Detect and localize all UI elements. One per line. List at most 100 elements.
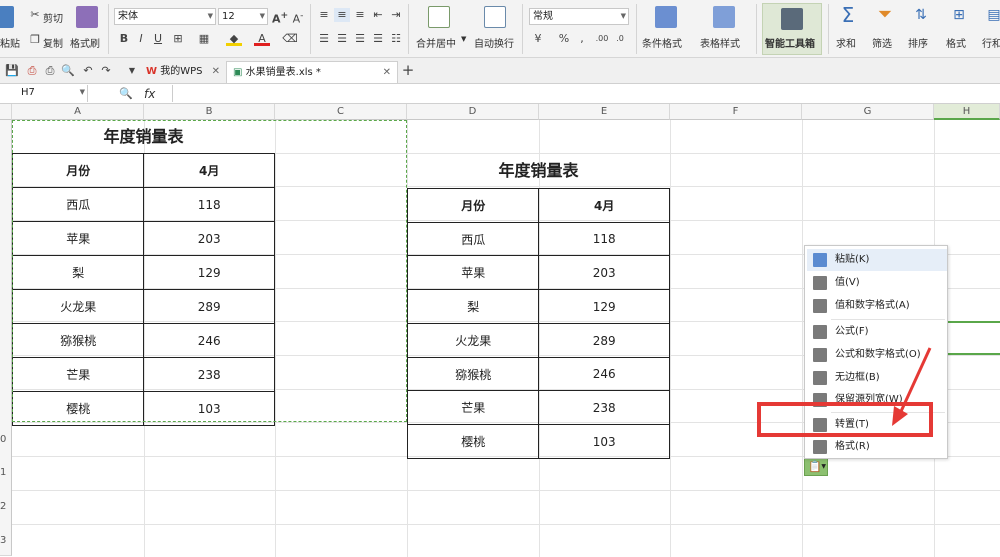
column-header-g[interactable]: G	[802, 104, 934, 120]
fill-pattern-icon[interactable]: ▦	[196, 32, 212, 46]
sum-button[interactable]: 求和	[836, 35, 856, 50]
increase-indent-icon[interactable]: ⇥	[388, 8, 404, 22]
format-grid-icon[interactable]: ⊞	[951, 8, 967, 22]
row-header-number[interactable]: 1	[0, 467, 6, 478]
align-top-icon[interactable]: ≡	[316, 8, 332, 22]
export-pdf-icon[interactable]: ⎙	[24, 64, 40, 78]
table-cell[interactable]: 289	[538, 323, 670, 358]
table-cell[interactable]: 芒果	[406, 390, 540, 425]
table-cell[interactable]: 猕猴桃	[406, 357, 540, 391]
undo-icon[interactable]: ↶	[80, 64, 96, 78]
menu-item-paste[interactable]: 粘贴(K)	[807, 249, 947, 271]
underline-icon[interactable]: U	[150, 32, 166, 46]
border-icon[interactable]: ⊞	[170, 32, 186, 46]
name-box[interactable]: H7 ▼	[0, 85, 88, 102]
new-tab-plus-icon[interactable]: +	[400, 63, 416, 78]
format-painter-icon[interactable]	[76, 6, 98, 28]
table-cell[interactable]: 118	[538, 222, 670, 256]
tab-my-wps[interactable]: W 我的WPS ✕	[140, 61, 226, 83]
thousands-separator-icon[interactable]: ,	[574, 32, 590, 46]
table-cell[interactable]: 梨	[406, 289, 540, 324]
copy-icon[interactable]: ❐	[27, 33, 43, 47]
fill-color-icon[interactable]: ◆	[226, 32, 242, 46]
select-all-corner[interactable]	[0, 104, 12, 120]
align-left-icon[interactable]: ☰	[316, 32, 332, 46]
filter-button[interactable]: 筛选	[872, 35, 892, 50]
currency-icon[interactable]: ¥	[530, 32, 546, 46]
table-cell[interactable]: 103	[538, 424, 670, 459]
redo-icon[interactable]: ↷	[98, 64, 114, 78]
italic-icon[interactable]: I	[133, 32, 149, 46]
paste-button[interactable]: 粘贴	[0, 35, 20, 50]
font-color-icon[interactable]: A	[254, 32, 270, 46]
print-preview-icon[interactable]: 🔍	[60, 64, 76, 78]
column-header-b[interactable]: B	[144, 104, 275, 120]
table-header-cell[interactable]: 月份	[406, 188, 540, 223]
conditional-format-icon[interactable]	[655, 6, 677, 28]
table-cell[interactable]: 樱桃	[406, 424, 540, 459]
table-header-cell[interactable]: 4月	[538, 188, 670, 223]
sort-button[interactable]: 排序	[908, 35, 928, 50]
save-icon[interactable]: 💾	[4, 64, 20, 78]
copy-button[interactable]: 复制	[43, 35, 63, 50]
filter-icon[interactable]: ⏷	[877, 6, 893, 24]
wrap-text-icon[interactable]	[484, 6, 506, 28]
formula-input[interactable]	[172, 85, 1000, 102]
table-cell[interactable]: 苹果	[406, 255, 540, 290]
percent-icon[interactable]: %	[556, 32, 572, 46]
cut-button[interactable]: 剪切	[43, 10, 63, 25]
clear-format-icon[interactable]: ⌫	[282, 32, 298, 46]
menu-item-values[interactable]: 值(V)	[807, 272, 947, 294]
align-center-icon[interactable]: ☰	[334, 32, 350, 46]
align-middle-icon[interactable]: ≡	[334, 8, 350, 22]
format-button[interactable]: 格式	[946, 35, 966, 50]
column-header-c[interactable]: C	[275, 104, 407, 120]
function-button[interactable]: fx	[144, 87, 155, 101]
menu-item-values-number-format[interactable]: 值和数字格式(A)	[807, 295, 947, 317]
table-style-button[interactable]: 表格样式	[700, 35, 740, 50]
decrease-indent-icon[interactable]: ⇤	[370, 8, 386, 22]
table-cell[interactable]: 238	[538, 390, 670, 425]
bold-icon[interactable]: B	[116, 32, 132, 46]
scissors-icon[interactable]: ✂	[27, 8, 43, 22]
row-header-number[interactable]: 0	[0, 434, 6, 445]
zoom-icon[interactable]: 🔍	[118, 87, 134, 101]
quick-access-menu-icon[interactable]: ▼	[124, 64, 140, 78]
tab-fruit-sales[interactable]: ▣ 水果销量表.xls * ✕	[226, 61, 398, 83]
table-cell[interactable]: 246	[538, 357, 670, 391]
align-right-icon[interactable]: ☰	[352, 32, 368, 46]
close-icon[interactable]: ✕	[383, 62, 391, 84]
rowcol-button[interactable]: 行和	[982, 35, 1000, 50]
column-header-a[interactable]: A	[12, 104, 144, 120]
column-header-f[interactable]: F	[670, 104, 802, 120]
column-header-h[interactable]: H	[934, 104, 1000, 120]
sum-icon[interactable]: Σ	[840, 5, 856, 25]
row-header-number[interactable]: 3	[0, 535, 6, 546]
distribute-icon[interactable]: ☷	[388, 32, 404, 46]
print-icon[interactable]: ⎙	[42, 64, 58, 78]
wrap-text-button[interactable]: 自动换行	[474, 35, 514, 50]
font-shrink-icon[interactable]: A-	[290, 9, 306, 26]
increase-decimal-icon[interactable]: .00	[594, 32, 610, 46]
table-cell[interactable]: 西瓜	[406, 222, 540, 256]
column-header-d[interactable]: D	[407, 104, 539, 120]
merge-center-button[interactable]: 合并居中	[416, 35, 456, 50]
number-format-select[interactable]: 常规 ▼	[529, 8, 629, 25]
decrease-decimal-icon[interactable]: .0	[612, 32, 628, 46]
conditional-format-button[interactable]: 条件格式	[642, 35, 682, 50]
column-header-e[interactable]: E	[539, 104, 670, 120]
rowcol-icon[interactable]: ▤	[986, 8, 1000, 22]
font-name-select[interactable]: 宋体 ▼	[114, 8, 216, 25]
paste-icon[interactable]	[0, 6, 14, 28]
paste-options-button[interactable]: 📋 ▼	[804, 458, 828, 476]
table-style-icon[interactable]	[713, 6, 735, 28]
format-painter-button[interactable]: 格式刷	[70, 35, 100, 50]
table-cell[interactable]: 火龙果	[406, 323, 540, 358]
justify-icon[interactable]: ☰	[370, 32, 386, 46]
close-icon[interactable]: ✕	[212, 61, 220, 83]
menu-item-format[interactable]: 格式(R)	[807, 436, 947, 458]
sort-icon[interactable]: ⇅	[913, 8, 929, 22]
merge-center-icon[interactable]	[428, 6, 450, 28]
row-header-number[interactable]: 2	[0, 501, 6, 512]
align-bottom-icon[interactable]: ≡	[352, 8, 368, 22]
